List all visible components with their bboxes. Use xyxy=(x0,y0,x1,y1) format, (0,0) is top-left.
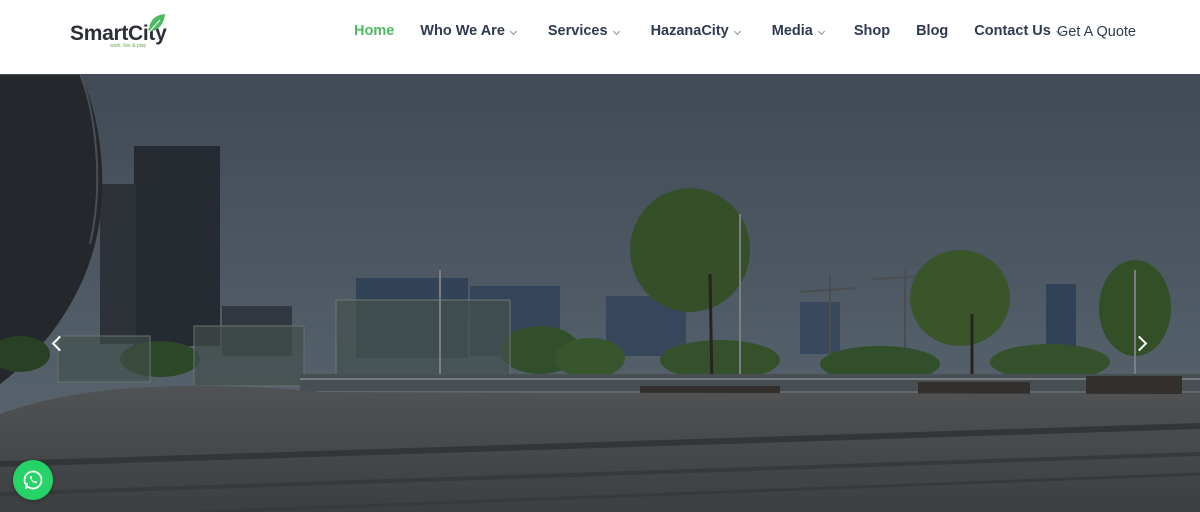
chevron-left-icon[interactable] xyxy=(48,334,68,354)
leaf-icon xyxy=(148,14,165,33)
whatsapp-button[interactable] xyxy=(13,460,53,500)
hero-background-image xyxy=(0,74,1200,512)
nav-item-label: Shop xyxy=(853,23,891,39)
chevron-down-icon xyxy=(733,27,741,36)
nav-item-shop[interactable]: Shop xyxy=(854,23,890,39)
nav-item-label: Blog xyxy=(916,23,949,39)
site-header: SmartCity work. live & play Home Who We … xyxy=(0,0,1200,74)
nav-item-label: Home xyxy=(354,23,395,39)
nav-item-label: Contact Us xyxy=(974,23,1051,39)
site-logo[interactable]: SmartCity work. live & play xyxy=(70,12,180,52)
nav-item-label: Media xyxy=(771,23,813,39)
nav-item-label: Services xyxy=(547,23,608,39)
nav-item-blog[interactable]: Blog xyxy=(916,23,948,39)
nav-item-home[interactable]: Home xyxy=(354,23,394,39)
main-nav: Home Who We Are Services HazanaCity Medi… xyxy=(354,0,1063,62)
nav-item-label: HazanaCity xyxy=(650,23,729,39)
chevron-down-icon xyxy=(612,27,620,36)
chevron-down-icon xyxy=(817,27,825,36)
whatsapp-icon xyxy=(23,470,43,490)
nav-item-media[interactable]: Media xyxy=(771,23,825,39)
chevron-right-icon[interactable] xyxy=(1132,334,1152,354)
nav-item-label: Who We Are xyxy=(420,23,505,39)
get-a-quote-link[interactable]: Get A Quote xyxy=(1057,24,1136,40)
chevron-down-icon xyxy=(509,27,517,36)
nav-item-who-we-are[interactable]: Who We Are xyxy=(420,23,517,39)
nav-item-contact-us[interactable]: Contact Us xyxy=(974,23,1063,39)
nav-item-hazanacity[interactable]: HazanaCity xyxy=(650,23,741,39)
logo-tagline: work. live & play xyxy=(110,43,147,49)
nav-item-services[interactable]: Services xyxy=(547,23,620,39)
hero-slider xyxy=(0,74,1200,512)
